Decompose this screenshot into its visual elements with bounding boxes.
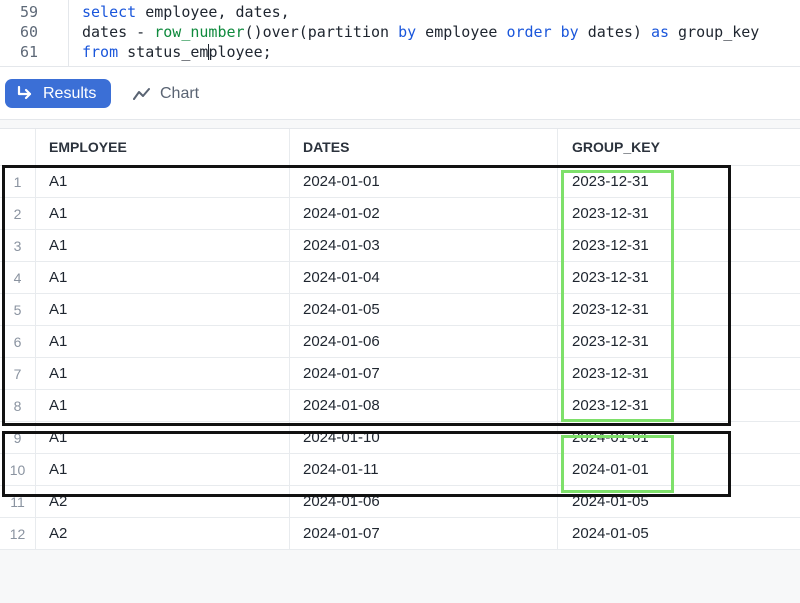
sql-keyword: from	[82, 43, 119, 61]
code-token: ployee;	[208, 43, 272, 61]
line-number: 59	[19, 3, 38, 21]
code-token: dates -	[82, 23, 155, 41]
results-tab-button[interactable]: Results	[5, 79, 111, 108]
sql-keyword: by	[398, 23, 417, 41]
column-header-employee[interactable]: EMPLOYEE	[36, 129, 290, 165]
chart-tab-label: Chart	[160, 84, 200, 102]
row-index: 1	[0, 166, 36, 197]
code-token: status_em	[118, 43, 209, 61]
table-row[interactable]: 5 A1 2024-01-05 2023-12-31	[0, 294, 800, 326]
code-token: employee	[416, 23, 507, 41]
cell-dates[interactable]: 2024-01-07	[290, 518, 558, 549]
cell-employee[interactable]: A1	[36, 230, 290, 261]
code-token: group_key	[669, 23, 760, 41]
table-row[interactable]: 10 A1 2024-01-11 2024-01-01	[0, 454, 800, 486]
results-toolbar: Results Chart	[0, 67, 800, 120]
cell-employee[interactable]: A1	[36, 262, 290, 293]
row-index: 3	[0, 230, 36, 261]
code-text[interactable]: select employee, dates,	[82, 1, 290, 23]
cell-group-key[interactable]: 2024-01-01	[558, 454, 800, 485]
cell-dates[interactable]: 2024-01-04	[290, 262, 558, 293]
results-grid: EMPLOYEE DATES GROUP_KEY 1 A1 2024-01-01 20…	[0, 128, 800, 550]
line-chart-icon	[133, 87, 150, 100]
line-number: 60	[19, 23, 38, 41]
cell-group-key[interactable]: 2023-12-31	[558, 166, 800, 197]
results-tab-label: Results	[43, 84, 97, 102]
cell-group-key[interactable]: 2024-01-01	[558, 422, 800, 453]
row-index: 11	[0, 486, 36, 517]
row-index: 2	[0, 198, 36, 229]
sql-keyword: by	[560, 23, 579, 41]
sql-keyword: as	[650, 23, 670, 41]
code-text[interactable]: dates - row_number()over(partition by em…	[82, 21, 759, 43]
row-index: 9	[0, 422, 36, 453]
chart-tab-button[interactable]: Chart	[133, 79, 199, 108]
sql-keyword: select	[82, 3, 137, 21]
cell-employee[interactable]: A2	[36, 486, 290, 517]
column-header-group-key[interactable]: GROUP_KEY	[558, 129, 800, 165]
cell-employee[interactable]: A1	[36, 326, 290, 357]
code-token: ()over(partition	[244, 23, 399, 41]
cell-employee[interactable]: A2	[36, 518, 290, 549]
cell-dates[interactable]: 2024-01-06	[290, 486, 558, 517]
cell-group-key[interactable]: 2023-12-31	[558, 390, 800, 421]
line-number: 61	[19, 43, 38, 61]
sql-function: row_number	[154, 23, 245, 41]
table-header-row: EMPLOYEE DATES GROUP_KEY	[0, 129, 800, 166]
table-row[interactable]: 9 A1 2024-01-10 2024-01-01	[0, 422, 800, 454]
cell-dates[interactable]: 2024-01-05	[290, 294, 558, 325]
table-row[interactable]: 12 A2 2024-01-07 2024-01-05	[0, 518, 800, 550]
table-row[interactable]: 8 A1 2024-01-08 2023-12-31	[0, 390, 800, 422]
cell-employee[interactable]: A1	[36, 166, 290, 197]
sql-editor[interactable]: 59 select employee, dates, 60 dates - row_n…	[0, 0, 800, 67]
row-index: 4	[0, 262, 36, 293]
table-row[interactable]: 7 A1 2024-01-07 2023-12-31	[0, 358, 800, 390]
table-row[interactable]: 3 A1 2024-01-03 2023-12-31	[0, 230, 800, 262]
cell-dates[interactable]: 2024-01-10	[290, 422, 558, 453]
cell-group-key[interactable]: 2024-01-05	[558, 486, 800, 517]
return-arrow-icon	[17, 85, 32, 99]
table-row[interactable]: 4 A1 2024-01-04 2023-12-31	[0, 262, 800, 294]
cell-group-key[interactable]: 2023-12-31	[558, 262, 800, 293]
gutter-divider	[68, 0, 69, 66]
row-index: 7	[0, 358, 36, 389]
table-row[interactable]: 1 A1 2024-01-01 2023-12-31	[0, 166, 800, 198]
row-index: 5	[0, 294, 36, 325]
cell-employee[interactable]: A1	[36, 358, 290, 389]
code-text[interactable]: from status_employee;	[82, 41, 272, 63]
cell-employee[interactable]: A1	[36, 294, 290, 325]
cell-employee[interactable]: A1	[36, 422, 290, 453]
cell-dates[interactable]: 2024-01-06	[290, 326, 558, 357]
cell-employee[interactable]: A1	[36, 390, 290, 421]
cell-group-key[interactable]: 2024-01-05	[558, 518, 800, 549]
cell-dates[interactable]: 2024-01-02	[290, 198, 558, 229]
sql-keyword: order	[506, 23, 552, 41]
column-header-dates[interactable]: DATES	[290, 129, 558, 165]
code-token: employee, dates,	[136, 3, 290, 21]
row-index-header	[0, 129, 36, 165]
cell-group-key[interactable]: 2023-12-31	[558, 294, 800, 325]
row-index: 8	[0, 390, 36, 421]
cell-group-key[interactable]: 2023-12-31	[558, 326, 800, 357]
cell-employee[interactable]: A1	[36, 454, 290, 485]
table-row[interactable]: 11 A2 2024-01-06 2024-01-05	[0, 486, 800, 518]
row-index: 12	[0, 518, 36, 549]
cell-dates[interactable]: 2024-01-11	[290, 454, 558, 485]
cell-dates[interactable]: 2024-01-07	[290, 358, 558, 389]
table-row[interactable]: 2 A1 2024-01-02 2023-12-31	[0, 198, 800, 230]
row-index: 10	[0, 454, 36, 485]
cell-group-key[interactable]: 2023-12-31	[558, 230, 800, 261]
cell-group-key[interactable]: 2023-12-31	[558, 358, 800, 389]
cell-dates[interactable]: 2024-01-03	[290, 230, 558, 261]
table-row[interactable]: 6 A1 2024-01-06 2023-12-31	[0, 326, 800, 358]
cell-employee[interactable]: A1	[36, 198, 290, 229]
code-token: dates)	[578, 23, 651, 41]
cell-group-key[interactable]: 2023-12-31	[558, 198, 800, 229]
cell-dates[interactable]: 2024-01-08	[290, 390, 558, 421]
row-index: 6	[0, 326, 36, 357]
cell-dates[interactable]: 2024-01-01	[290, 166, 558, 197]
